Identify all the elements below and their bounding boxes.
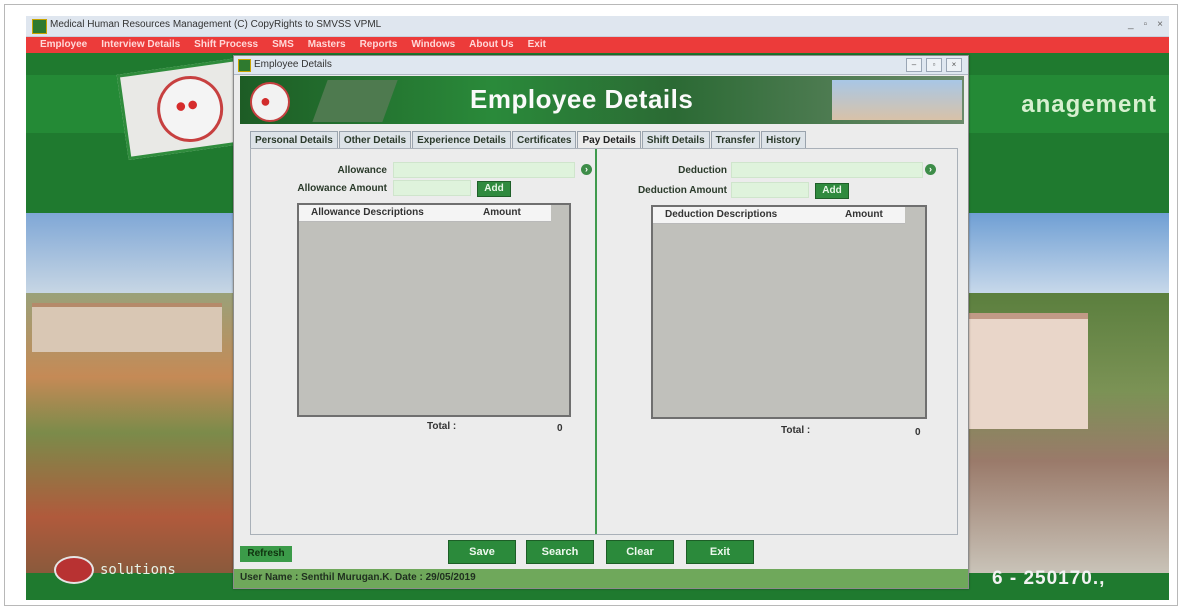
dialog-close-button[interactable]: ×	[946, 58, 962, 72]
deduction-total-value: 0	[915, 427, 921, 438]
app-titlebar: Medical Human Resources Management (C) C…	[26, 16, 1169, 37]
tab-pay-details[interactable]: Pay Details	[577, 131, 641, 149]
close-button[interactable]: ×	[1157, 19, 1163, 30]
app-title: Medical Human Resources Management (C) C…	[50, 19, 382, 30]
banner-person-graphic	[312, 80, 398, 122]
tab-transfer[interactable]: Transfer	[710, 131, 761, 149]
allowance-table: Allowance Descriptions Amount	[297, 203, 571, 417]
menu-shift-process[interactable]: Shift Process	[188, 37, 264, 53]
footer-brand: solutions	[54, 556, 176, 584]
add-deduction-button[interactable]: Add	[815, 183, 849, 199]
tab-shift-details[interactable]: Shift Details	[641, 131, 710, 149]
dialog-icon	[238, 59, 251, 72]
allowance-amount-column-header[interactable]: Amount	[471, 205, 521, 221]
tab-personal-details[interactable]: Personal Details	[250, 131, 338, 149]
tab-experience-details[interactable]: Experience Details	[412, 131, 511, 149]
background-title: anagement	[1021, 91, 1157, 118]
deduction-lookup-icon[interactable]: ›	[925, 164, 936, 175]
menu-about-us[interactable]: About Us	[463, 37, 519, 53]
deduction-total-label: Total :	[781, 425, 811, 436]
search-button[interactable]: Search	[526, 540, 594, 564]
exit-button[interactable]: Exit	[686, 540, 754, 564]
campus-photo-sky-left	[26, 213, 236, 293]
deduction-table-header: Deduction Descriptions Amount	[653, 207, 905, 224]
tab-certificates[interactable]: Certificates	[512, 131, 577, 149]
deduction-amount-field[interactable]	[731, 182, 809, 198]
status-bar: User Name : Senthil Murugan.K. Date : 29…	[234, 569, 968, 588]
deduction-amount-column-header[interactable]: Amount	[833, 207, 883, 223]
pay-details-panel: Allowance › Allowance Amount Add Allowan…	[250, 148, 958, 535]
maximize-button[interactable]: ▫	[1144, 19, 1148, 30]
dialog-tabs: Personal Details Other Details Experienc…	[250, 131, 807, 149]
menu-windows[interactable]: Windows	[405, 37, 461, 53]
menu-reports[interactable]: Reports	[354, 37, 404, 53]
tab-other-details[interactable]: Other Details	[338, 131, 412, 149]
minimize-button[interactable]: _	[1128, 19, 1134, 30]
app-window-controls: _ ▫ ×	[1128, 19, 1163, 30]
menu-sms[interactable]: SMS	[266, 37, 300, 53]
menu-interview-details[interactable]: Interview Details	[95, 37, 186, 53]
banner-logo-icon: ●	[250, 82, 290, 122]
banner-title: Employee Details	[470, 84, 694, 114]
campus-photo-left	[26, 293, 236, 573]
allowance-descriptions-column-header[interactable]: Allowance Descriptions	[299, 205, 471, 221]
menu-exit[interactable]: Exit	[522, 37, 552, 53]
allowance-amount-field[interactable]	[393, 180, 471, 196]
campus-building-left	[32, 303, 222, 352]
tab-history[interactable]: History	[761, 131, 806, 149]
deduction-table: Deduction Descriptions Amount	[651, 205, 927, 419]
allowance-field[interactable]	[393, 162, 575, 178]
app-icon	[32, 19, 47, 34]
sms-logo-icon	[54, 556, 94, 584]
logo-emblem-icon: ●●	[173, 92, 201, 119]
save-button[interactable]: Save	[448, 540, 516, 564]
panel-divider	[595, 149, 597, 534]
dialog-minimize-button[interactable]: –	[906, 58, 922, 72]
deduction-field[interactable]	[731, 162, 923, 178]
dialog-window-controls: – ▫ ×	[906, 58, 962, 72]
menu-masters[interactable]: Masters	[302, 37, 352, 53]
allowance-lookup-icon[interactable]: ›	[581, 164, 592, 175]
dialog-maximize-button[interactable]: ▫	[926, 58, 942, 72]
dialog-title: Employee Details	[254, 59, 332, 70]
status-user-date: User Name : Senthil Murugan.K. Date : 29…	[240, 572, 476, 583]
allowance-amount-label: Allowance Amount	[297, 183, 387, 194]
deduction-amount-label: Deduction Amount	[637, 185, 727, 196]
campus-photo-right	[968, 293, 1169, 573]
dialog-titlebar: Employee Details – ▫ ×	[234, 56, 968, 75]
main-menubar: Employee Interview Details Shift Process…	[26, 37, 1169, 53]
add-allowance-button[interactable]: Add	[477, 181, 511, 197]
clear-button[interactable]: Clear	[606, 540, 674, 564]
allowance-table-header: Allowance Descriptions Amount	[299, 205, 551, 222]
campus-photo-sky-right	[968, 213, 1169, 293]
banner-building-photo	[832, 80, 962, 120]
allowance-total-label: Total :	[427, 421, 457, 432]
deduction-label: Deduction	[678, 165, 727, 176]
dialog-banner: ● Employee Details	[240, 76, 964, 124]
deduction-descriptions-column-header[interactable]: Deduction Descriptions	[653, 207, 833, 223]
employee-details-dialog: Employee Details – ▫ × ● Employee Detail…	[233, 55, 969, 589]
footer-phone: 6 - 250170.,	[992, 568, 1106, 589]
refresh-button[interactable]: Refresh	[240, 546, 292, 562]
menu-employee[interactable]: Employee	[34, 37, 93, 53]
footer-brand-text: solutions	[100, 562, 176, 578]
allowance-label: Allowance	[337, 165, 387, 176]
campus-building-right	[968, 313, 1088, 429]
allowance-total-value: 0	[557, 423, 563, 434]
